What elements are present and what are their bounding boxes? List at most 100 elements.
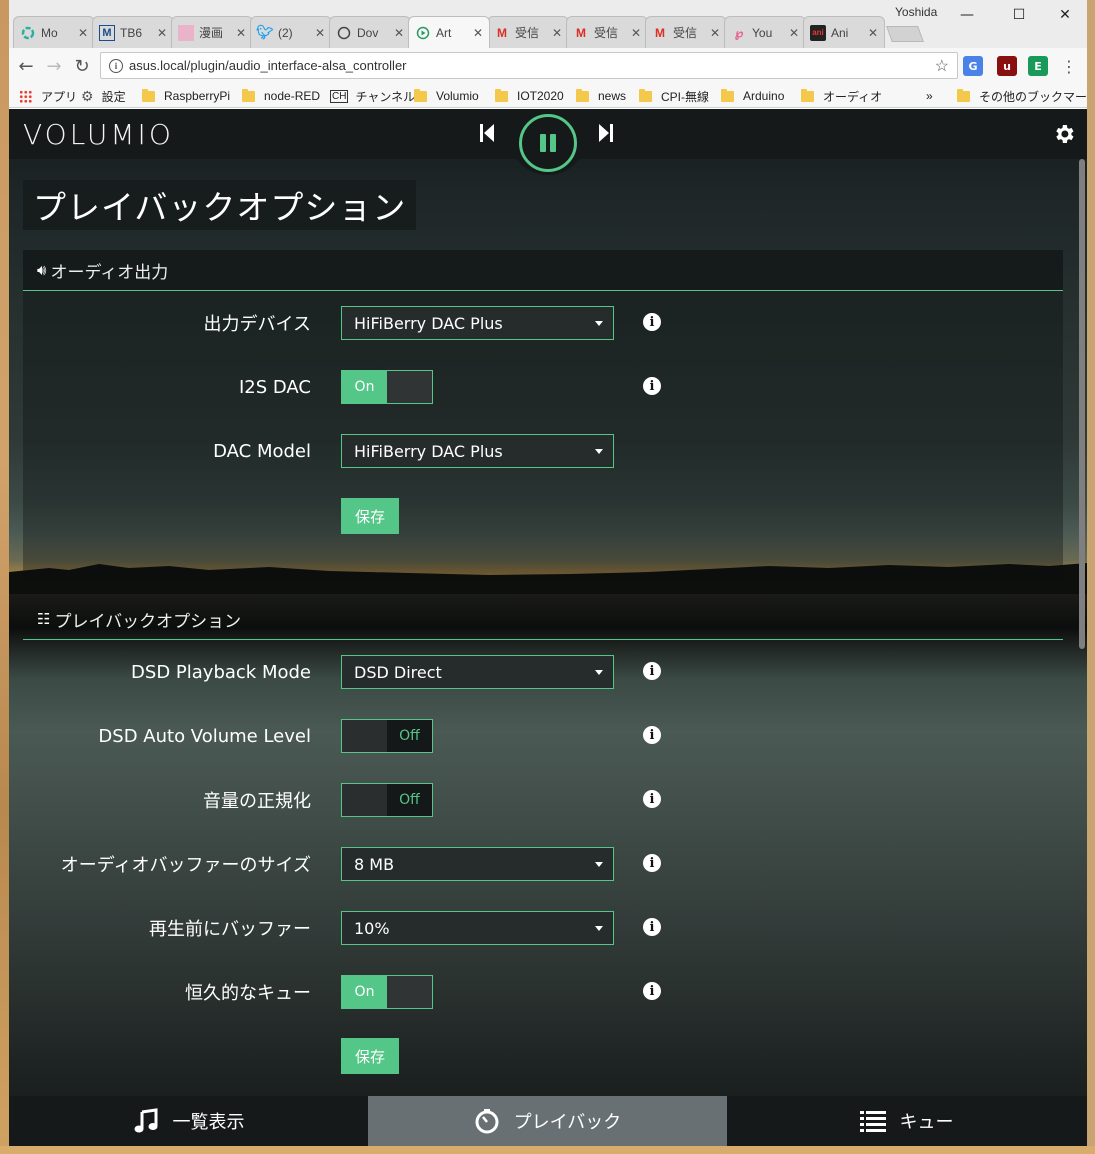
close-icon[interactable]: ✕ <box>157 26 167 40</box>
info-icon[interactable]: i <box>643 790 661 808</box>
close-icon[interactable]: ✕ <box>789 26 799 40</box>
close-icon[interactable]: ✕ <box>473 26 483 40</box>
info-icon[interactable]: i <box>643 918 661 936</box>
scrollbar[interactable] <box>1077 159 1087 1096</box>
tab-title: Ani <box>831 25 849 40</box>
save-button-audio-output[interactable]: 保存 <box>341 498 399 534</box>
close-icon[interactable]: ✕ <box>710 26 720 40</box>
close-icon[interactable]: ✕ <box>552 26 562 40</box>
info-icon[interactable]: i <box>643 726 661 744</box>
nav-queue[interactable]: キュー <box>727 1096 1086 1146</box>
apps-grid-icon <box>19 89 32 103</box>
nav-playback[interactable]: プレイバック <box>368 1096 727 1146</box>
nav-label: キュー <box>899 1112 954 1133</box>
info-icon[interactable]: i <box>643 982 661 1000</box>
info-icon[interactable]: i <box>643 313 661 331</box>
toggle-knob <box>387 976 432 1008</box>
bookmark-folder[interactable]: オーディオ <box>801 88 882 104</box>
tab[interactable]: M TB6 ✕ <box>92 16 174 48</box>
volume-normalization-toggle[interactable]: Off <box>341 783 433 817</box>
section-header-audio-output: 🔊︎ オーディオ出力 <box>23 250 1063 291</box>
output-device-select[interactable]: HiFiBerry DAC Plus <box>341 306 614 340</box>
bookmark-channel[interactable]: CH チャンネル <box>330 88 415 104</box>
info-icon[interactable]: i <box>643 377 661 395</box>
audio-buffer-size-select[interactable]: 8 MB <box>341 847 614 881</box>
gmail-icon: M <box>655 25 665 40</box>
profile-name[interactable]: Yoshida <box>895 5 937 19</box>
bookmark-settings[interactable]: ⚙ 設定 <box>81 88 126 104</box>
info-icon[interactable]: i <box>643 662 661 680</box>
ublock-extension-icon[interactable]: u <box>997 56 1017 76</box>
field-label: I2S DAC <box>238 376 311 398</box>
section-title: オーディオ出力 <box>50 262 169 283</box>
close-icon[interactable]: ✕ <box>236 26 246 40</box>
close-icon[interactable]: ✕ <box>868 26 878 40</box>
close-icon[interactable]: ✕ <box>78 26 88 40</box>
menu-dots-icon[interactable]: ⋮ <box>1057 54 1081 78</box>
back-arrow-icon[interactable]: ← <box>14 54 38 78</box>
dsd-playback-mode-select[interactable]: DSD Direct <box>341 655 614 689</box>
dac-model-select[interactable]: HiFiBerry DAC Plus <box>341 434 614 468</box>
save-button-playback-options[interactable]: 保存 <box>341 1038 399 1074</box>
window-close-icon[interactable]: ✕ <box>1045 4 1085 26</box>
minimize-icon[interactable]: — <box>947 4 987 26</box>
reload-icon[interactable]: ↻ <box>70 54 94 78</box>
new-tab-button[interactable] <box>886 26 924 42</box>
tab-title: (2) <box>278 25 293 40</box>
tab[interactable]: 🐦︎ (2) ✕ <box>250 16 332 48</box>
scrollbar-thumb[interactable] <box>1079 159 1085 649</box>
pause-button[interactable] <box>519 114 577 172</box>
caret-down-icon <box>595 862 603 867</box>
bookmark-folder[interactable]: CPI-無線 <box>639 88 709 104</box>
nav-browse[interactable]: 一覧表示 <box>9 1096 368 1146</box>
maximize-icon[interactable]: ☐ <box>999 4 1039 26</box>
select-value: 8 MB <box>354 854 395 874</box>
tab[interactable]: Mo ✕ <box>13 16 95 48</box>
tv-channel-icon: CH <box>330 89 349 103</box>
folder-icon <box>576 88 589 102</box>
tab[interactable]: ani Ani ✕ <box>803 16 885 48</box>
bookmark-apps[interactable]: アプリ <box>19 88 77 104</box>
tab-strip: Mo ✕ M TB6 ✕ 漫画 ✕ 🐦︎ (2) ✕ Dov ✕ Art ✕ M… <box>9 0 1087 48</box>
tab[interactable]: M 受信 ✕ <box>645 16 727 48</box>
toggle-on-label: On <box>342 976 387 1008</box>
bookmark-star-icon[interactable]: ☆ <box>935 56 949 76</box>
twitter-icon: 🐦︎ <box>256 24 274 40</box>
bookmark-folder[interactable]: news <box>576 88 626 104</box>
buffer-before-play-select[interactable]: 10% <box>341 911 614 945</box>
evernote-extension-icon[interactable]: E <box>1028 56 1048 76</box>
volumio-logo[interactable]: VOLUMIO <box>23 118 174 151</box>
site-info-icon[interactable]: i <box>109 58 123 73</box>
tab[interactable]: Dov ✕ <box>329 16 411 48</box>
bookmark-folder[interactable]: Arduino <box>721 88 784 104</box>
forward-arrow-icon[interactable]: → <box>42 54 66 78</box>
tab[interactable]: M 受信 ✕ <box>487 16 569 48</box>
top-bar: VOLUMIO <box>9 109 1087 175</box>
tab-title: 漫画 <box>199 26 224 40</box>
dsd-auto-volume-toggle[interactable]: Off <box>341 719 433 753</box>
translate-extension-icon[interactable]: G <box>963 56 983 76</box>
bookmarks-overflow-button[interactable]: » <box>926 88 933 104</box>
close-icon[interactable]: ✕ <box>631 26 641 40</box>
tab[interactable]: 漫画 ✕ <box>171 16 253 48</box>
close-icon[interactable]: ✕ <box>394 26 404 40</box>
other-bookmarks[interactable]: その他のブックマーク <box>957 88 1087 104</box>
caret-down-icon <box>595 926 603 931</box>
bookmark-folder[interactable]: RaspberryPi <box>142 88 230 104</box>
list-icon <box>859 1111 886 1132</box>
info-icon[interactable]: i <box>643 854 661 872</box>
close-icon[interactable]: ✕ <box>315 26 325 40</box>
tab[interactable]: M 受信 ✕ <box>566 16 648 48</box>
address-bar[interactable]: i asus.local/plugin/audio_interface-alsa… <box>100 52 958 79</box>
next-track-icon[interactable] <box>596 121 616 145</box>
i2s-dac-toggle[interactable]: On <box>341 370 433 404</box>
settings-gear-icon[interactable] <box>1052 122 1076 146</box>
persistent-queue-toggle[interactable]: On <box>341 975 433 1009</box>
speaker-icon: 🔊︎ <box>37 261 47 279</box>
tab-active[interactable]: Art ✕ <box>408 16 490 48</box>
previous-track-icon[interactable] <box>477 121 497 145</box>
tab[interactable]: ℘ You ✕ <box>724 16 806 48</box>
bookmark-folder[interactable]: Volumio <box>414 88 479 104</box>
bookmark-folder[interactable]: node-RED <box>242 88 320 104</box>
bookmark-folder[interactable]: IOT2020 <box>495 88 564 104</box>
